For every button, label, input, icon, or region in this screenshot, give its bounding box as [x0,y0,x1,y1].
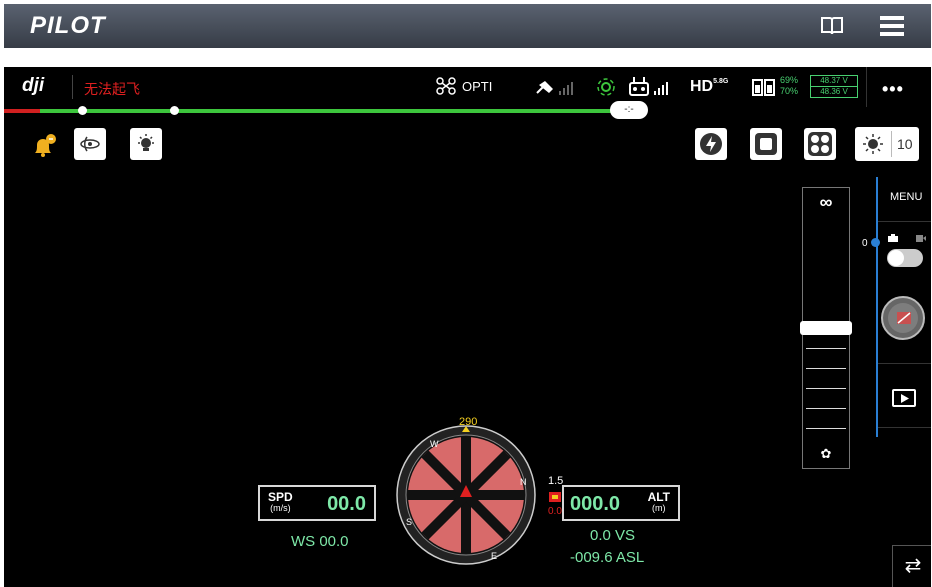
more-options-button[interactable]: ••• [882,79,904,100]
remote-controller-signal-icon[interactable] [628,76,672,98]
dji-logo: dji [22,75,45,96]
voltage-2: 48.36 V [820,87,848,96]
attitude-compass: W S N E [396,425,536,565]
app-title: PILOT [30,12,106,39]
takeoff-warning[interactable]: 无法起飞 [84,79,140,99]
voltage-1: 48.37 V [811,76,857,87]
play-icon [901,394,909,403]
battery-percent-1: 69% [780,75,799,85]
altitude-value: 000.0 [570,493,621,515]
speed-value: 00.0 [327,493,366,515]
panel-divider [878,363,931,364]
gimbal-icon [80,136,100,152]
focus-tick [806,408,846,409]
shutter-button[interactable] [881,296,925,340]
obstacle-bottom-value: 0.0 [548,506,562,517]
battery-percent-2: 70% [780,86,799,96]
status-bar: dji 无法起飞 OPTI HD5.8G 69% 70% 48.37 V 48.… [4,67,931,107]
obstacle-top-value: 1.5 [548,475,564,487]
exposure-settings-button[interactable]: 10 [855,127,919,161]
altitude-asl: -009.6 ASL [570,549,645,566]
altitude-unit: (m) [652,503,666,513]
battery-warning-marker [78,106,87,115]
focus-tick [806,428,846,429]
flight-mode-label: OPTI [462,78,493,94]
photo-video-toggle[interactable] [887,249,923,267]
hd-signal[interactable]: HD5.8G [690,78,728,96]
focus-infinity-label: ∞ [819,192,833,212]
status-separator [866,67,867,107]
slider-position-dot[interactable] [871,238,880,247]
playback-button[interactable] [892,389,916,407]
focus-tick [806,368,846,369]
book-icon[interactable] [819,14,845,38]
drone-icon [436,77,456,95]
panel-divider [878,221,931,222]
low-battery-segment [4,109,40,113]
photo-icon [888,234,898,242]
speed-indicator: SPD (m/s) 00.0 [258,485,376,521]
svg-text:E: E [491,551,497,561]
aircraft-status-button[interactable] [804,128,836,160]
flight-time-bubble: -:- [610,101,648,119]
battery-progress-bar [4,106,624,115]
exposure-divider [891,131,892,157]
hd-band: 5.8G [713,78,729,85]
vision-system-icon[interactable] [595,76,617,98]
auxiliary-light-button[interactable] [130,128,162,160]
speed-unit: (m/s) [270,503,291,513]
quadcopter-icon [808,132,832,156]
focus-tick [806,348,846,349]
status-divider [72,75,73,99]
slider-zero-label: 0 [862,238,868,249]
svg-text:N: N [520,477,527,487]
flight-mode[interactable]: OPTI [436,77,492,95]
svg-text:S: S [406,517,412,527]
battery-icon[interactable] [752,77,776,97]
bulb-icon [138,134,154,151]
altitude-indicator: 000.0 ALT (m) [562,485,680,521]
focus-tick [806,388,846,389]
hamburger-menu-icon[interactable] [880,15,904,37]
focus-slider-handle[interactable] [800,321,852,335]
lightning-icon [700,133,722,155]
toggle-knob [888,250,904,266]
swap-view-button[interactable]: ⇄ [892,545,931,587]
swap-arrows-icon: ⇄ [904,555,922,577]
exposure-value: 10 [897,136,913,152]
gps-signal-icon[interactable] [535,77,579,97]
macro-flower-icon: ✿ [820,446,832,461]
speed-label: SPD (m/s) [268,490,293,514]
app-bar: PILOT [4,4,931,48]
battery-threshold-marker [170,106,179,115]
notification-icon[interactable] [30,133,56,159]
battery-percent: 69% 70% [780,75,798,97]
panel-divider [878,427,931,428]
camera-settings-button[interactable] [750,128,782,160]
battery-voltage: 48.37 V 48.36 V [810,75,858,98]
altitude-label-text: ALT [647,490,670,504]
camera-menu-button[interactable]: MENU [890,191,922,203]
video-icon [916,235,926,242]
quick-shot-button[interactable] [695,128,727,160]
sun-icon [863,134,883,154]
flight-view: dji 无法起飞 OPTI HD5.8G 69% 70% 48.37 V 48.… [4,67,931,587]
svg-text:W: W [430,439,439,449]
gimbal-mode-button[interactable] [74,128,106,160]
vertical-speed: 0.0 VS [590,527,636,544]
obstacle-warning-icon [549,492,561,502]
square-frame-icon [755,133,777,155]
hd-label: HD [690,78,714,95]
no-card-icon [897,312,911,324]
focus-slider[interactable]: ∞ ✿ [800,187,852,469]
speed-label-text: SPD [268,490,293,504]
wind-speed: WS 00.0 [291,533,349,550]
altitude-label: ALT (m) [647,490,670,514]
